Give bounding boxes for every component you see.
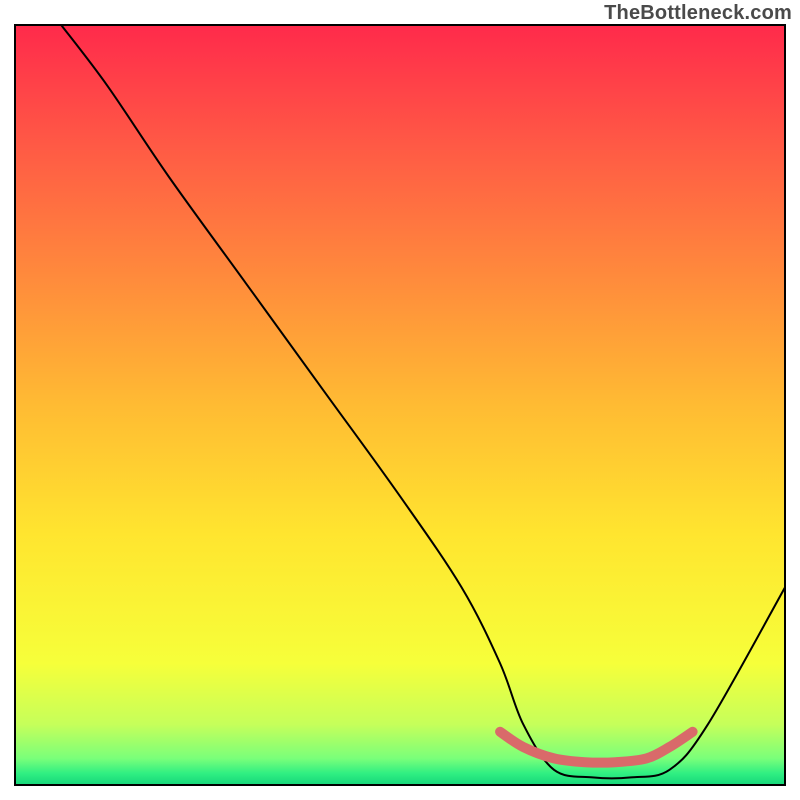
watermark-text: TheBottleneck.com bbox=[604, 2, 792, 25]
gradient-background bbox=[15, 25, 785, 785]
bottleneck-chart bbox=[0, 0, 800, 800]
chart-stage: TheBottleneck.com bbox=[0, 0, 800, 800]
